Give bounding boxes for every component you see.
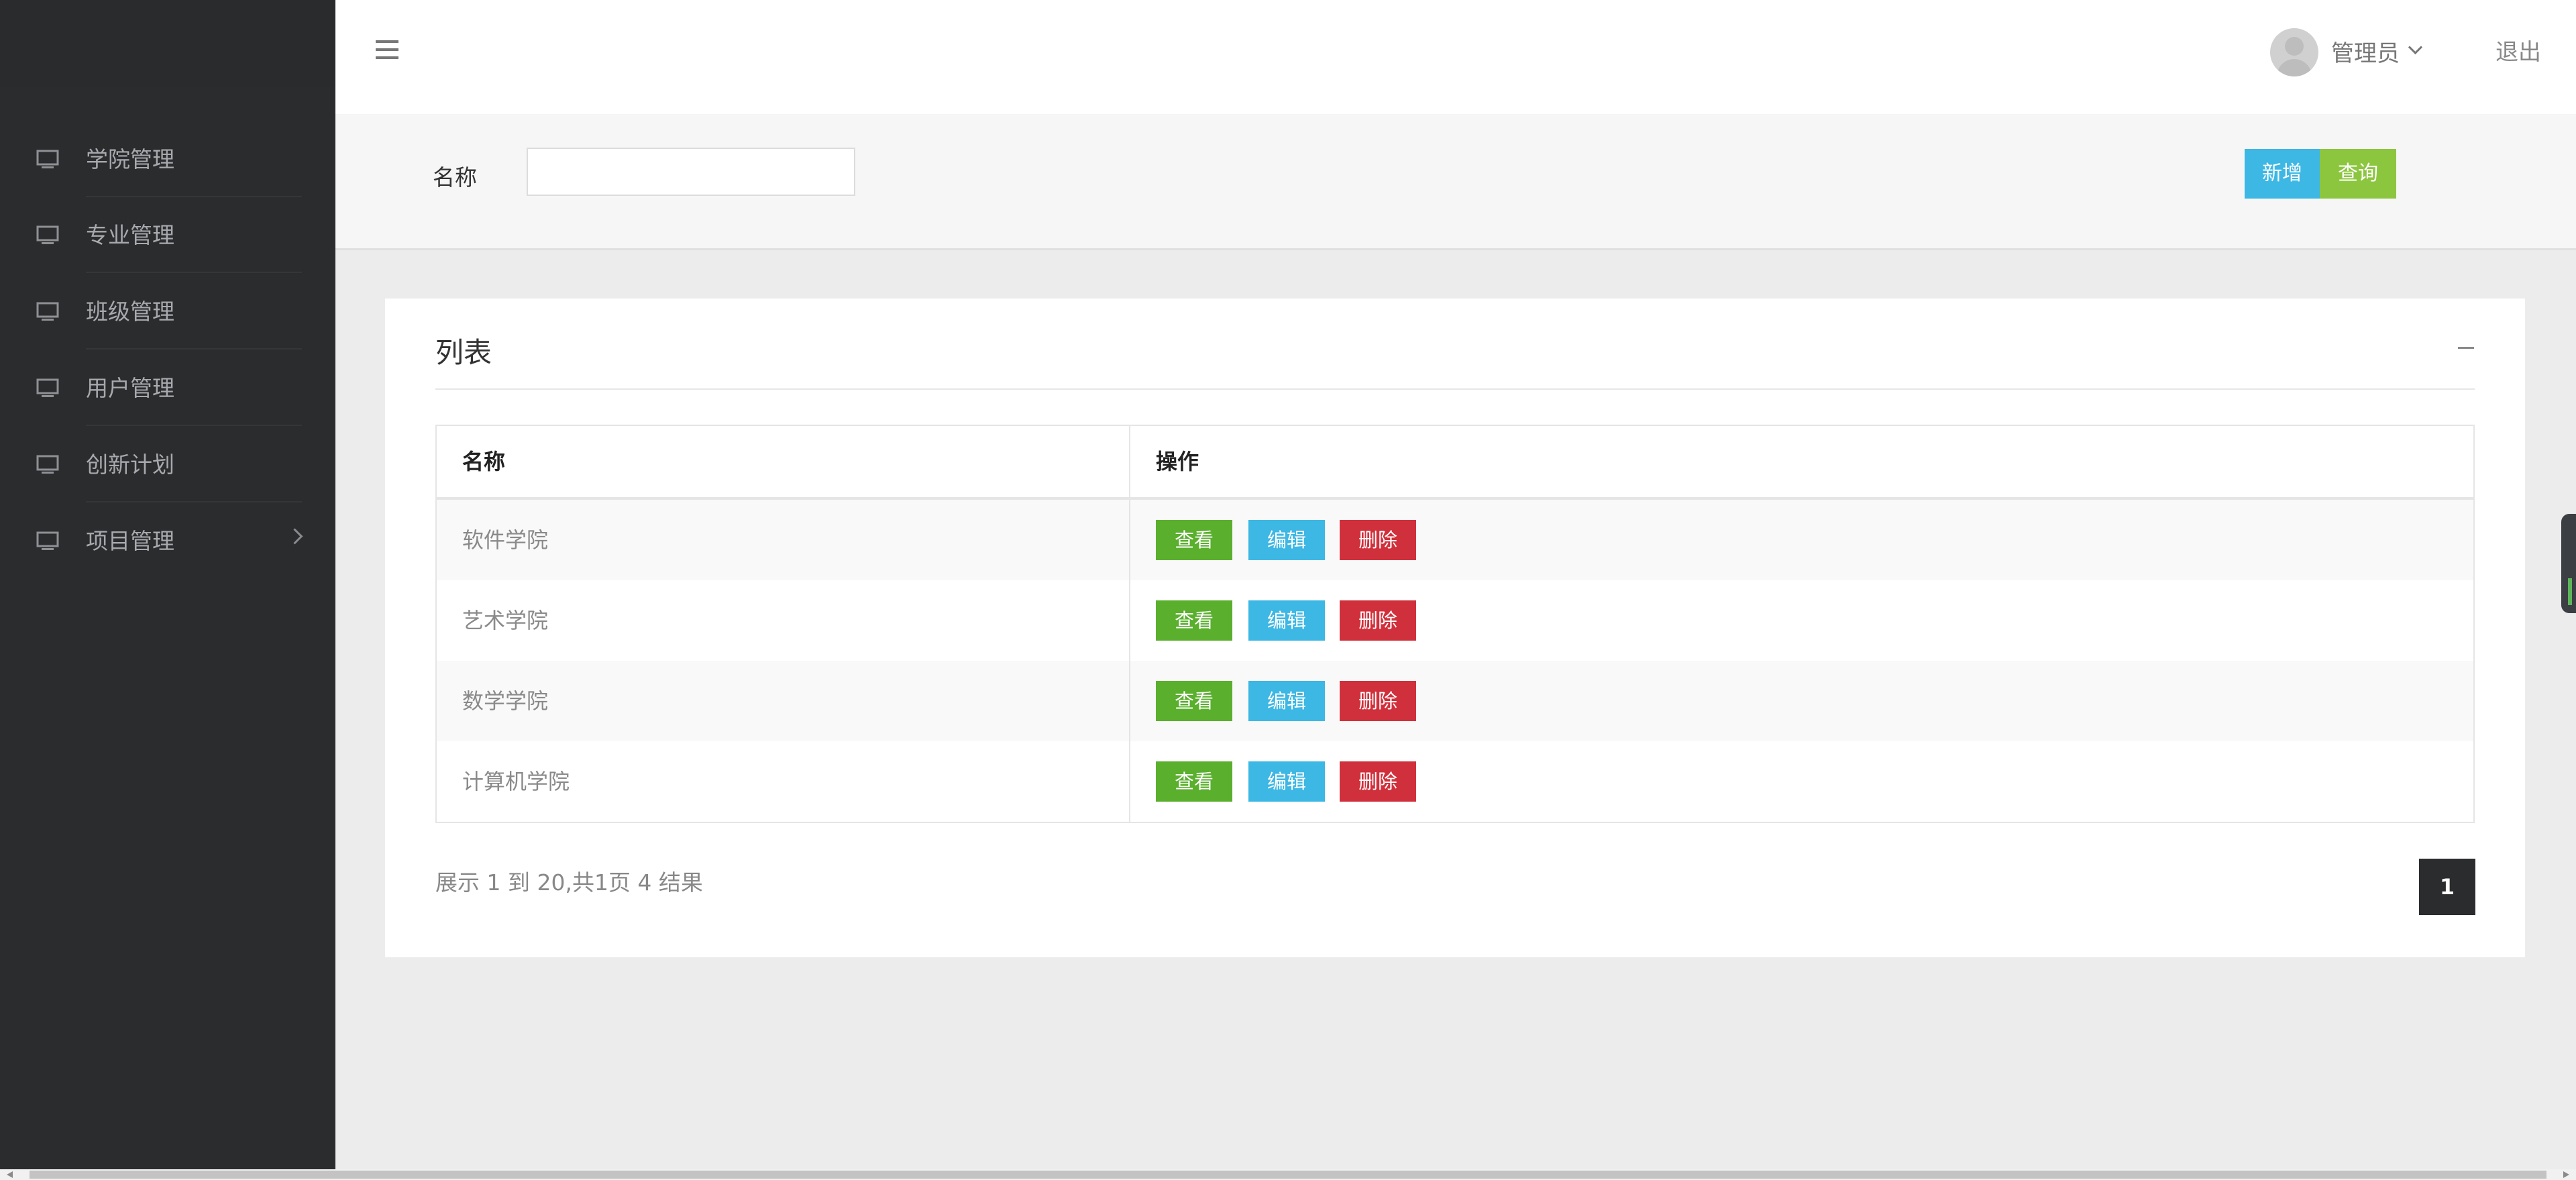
sidebar-item-label: 学院管理 xyxy=(86,146,174,172)
monitor-icon xyxy=(36,531,59,550)
monitor-icon xyxy=(36,378,59,397)
row-name: 数学学院 xyxy=(437,661,1130,741)
user-menu[interactable]: 管理员 xyxy=(2331,35,2400,68)
sidebar-item-projects[interactable]: 项目管理 xyxy=(0,504,335,579)
monitor-icon xyxy=(36,302,59,321)
divider xyxy=(435,388,2475,390)
collapse-icon[interactable] xyxy=(2458,347,2474,349)
hamburger-icon[interactable] xyxy=(376,40,398,62)
monitor-icon xyxy=(36,455,59,474)
avatar[interactable] xyxy=(2270,28,2318,76)
sidebar: 学院管理 专业管理 班级管理 用户管理 创新计划 项目管理 xyxy=(0,0,335,1180)
column-header-name[interactable]: 名称 xyxy=(437,426,1130,497)
pagination-summary: 展示 1 到 20,共1页 4 结果 xyxy=(435,869,703,896)
sidebar-item-label: 创新计划 xyxy=(86,451,174,478)
page-button-current[interactable]: 1 xyxy=(2419,859,2475,915)
divider xyxy=(86,196,302,197)
row-name: 软件学院 xyxy=(437,500,1130,580)
sidebar-item-class[interactable]: 班级管理 xyxy=(0,274,335,350)
list-card: 列表 名称 操作 软件学院 查看 编辑 删除 艺术学院 查看 编辑 删除 数学学… xyxy=(385,299,2525,957)
column-header-actions: 操作 xyxy=(1156,449,1199,474)
top-bar: 管理员 退出 xyxy=(335,0,2576,114)
sidebar-item-college[interactable]: 学院管理 xyxy=(0,122,335,197)
edit-button[interactable]: 编辑 xyxy=(1248,520,1325,560)
table-row: 艺术学院 查看 编辑 删除 xyxy=(437,580,2473,661)
horizontal-scrollbar[interactable] xyxy=(0,1169,2576,1180)
monitor-icon xyxy=(36,225,59,244)
sidebar-item-users[interactable]: 用户管理 xyxy=(0,351,335,426)
delete-button[interactable]: 删除 xyxy=(1340,761,1416,802)
edit-button[interactable]: 编辑 xyxy=(1248,681,1325,721)
sidebar-item-label: 项目管理 xyxy=(86,528,174,554)
edit-button[interactable]: 编辑 xyxy=(1248,600,1325,641)
divider xyxy=(86,348,302,350)
add-button[interactable]: 新增 xyxy=(2245,149,2320,199)
delete-button[interactable]: 删除 xyxy=(1340,600,1416,641)
sidebar-brand xyxy=(0,0,335,87)
chevron-right-icon[interactable] xyxy=(286,528,303,545)
view-button[interactable]: 查看 xyxy=(1156,600,1232,641)
sidebar-item-label: 用户管理 xyxy=(86,375,174,401)
search-panel: 名称 新增 查询 xyxy=(335,114,2576,250)
table-row: 软件学院 查看 编辑 删除 xyxy=(437,500,2473,580)
table-row: 计算机学院 查看 编辑 删除 xyxy=(437,741,2473,822)
table-header: 名称 操作 xyxy=(437,426,2473,500)
divider xyxy=(86,272,302,273)
card-title: 列表 xyxy=(435,336,492,369)
data-table: 名称 操作 软件学院 查看 编辑 删除 艺术学院 查看 编辑 删除 数学学院 查… xyxy=(435,425,2475,823)
sidebar-item-major[interactable]: 专业管理 xyxy=(0,198,335,273)
view-button[interactable]: 查看 xyxy=(1156,761,1232,802)
table-row: 数学学院 查看 编辑 删除 xyxy=(437,661,2473,741)
row-name: 艺术学院 xyxy=(437,580,1130,661)
scroll-right-arrow-icon[interactable] xyxy=(2563,1171,2569,1178)
edit-button[interactable]: 编辑 xyxy=(1248,761,1325,802)
search-label: 名称 xyxy=(433,164,477,191)
sidebar-item-label: 专业管理 xyxy=(86,222,174,248)
divider xyxy=(86,425,302,426)
row-name: 计算机学院 xyxy=(437,741,1130,822)
logout-button[interactable]: 退出 xyxy=(2496,34,2541,66)
name-search-input[interactable] xyxy=(527,148,855,196)
chevron-down-icon[interactable] xyxy=(2408,40,2423,55)
scrollbar-thumb[interactable] xyxy=(30,1171,2546,1179)
query-button[interactable]: 查询 xyxy=(2320,149,2396,199)
delete-button[interactable]: 删除 xyxy=(1340,520,1416,560)
view-button[interactable]: 查看 xyxy=(1156,681,1232,721)
monitor-icon xyxy=(36,150,59,168)
view-button[interactable]: 查看 xyxy=(1156,520,1232,560)
floating-side-widget[interactable] xyxy=(2561,514,2576,613)
divider xyxy=(86,501,302,502)
sidebar-item-innovation-plan[interactable]: 创新计划 xyxy=(0,427,335,502)
delete-button[interactable]: 删除 xyxy=(1340,681,1416,721)
sidebar-item-label: 班级管理 xyxy=(86,299,174,325)
scroll-left-arrow-icon[interactable] xyxy=(7,1171,13,1178)
